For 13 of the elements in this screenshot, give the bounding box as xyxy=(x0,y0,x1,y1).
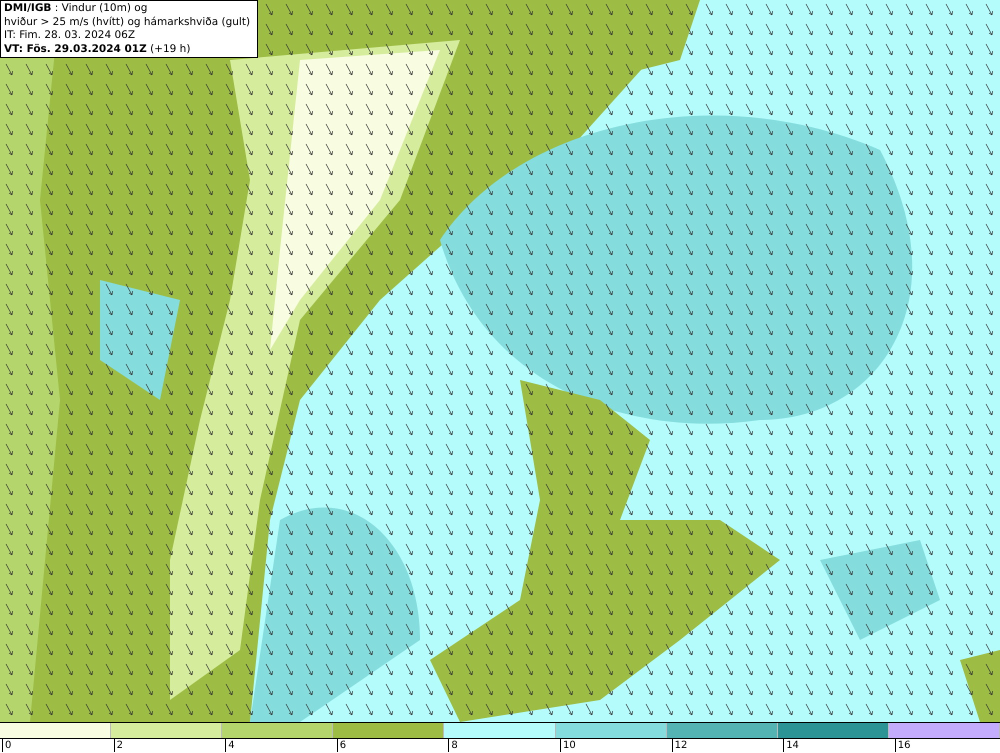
scale-label: 6 xyxy=(336,739,346,752)
scale-label: 10 xyxy=(560,739,576,752)
info-text: IT: Fim. 28. 03. 2024 06Z xyxy=(4,29,136,42)
scale-label: 8 xyxy=(448,739,458,752)
info-text: DMI/IGB : Vindur (10m) og xyxy=(4,2,148,16)
scale-label: 2 xyxy=(114,739,123,752)
info-text: hviður > 25 m/s (hvítt) og hámarkshviða (gult) xyxy=(4,16,252,29)
info-text: VT: Fös. 29.03.2024 01Z (+19 h) xyxy=(4,42,192,56)
scale-label: 12 xyxy=(672,739,688,752)
scale-label: 14 xyxy=(783,739,799,752)
scale-label: 16 xyxy=(894,739,911,752)
scale-label: 0 xyxy=(2,739,12,752)
scale-label: 4 xyxy=(225,739,235,752)
